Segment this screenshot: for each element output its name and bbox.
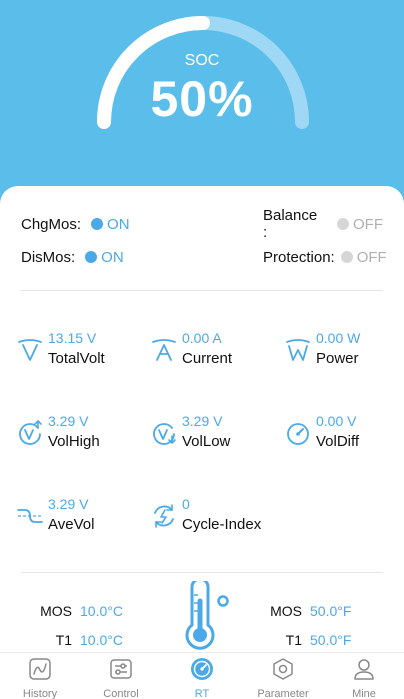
- volt-down-icon: [153, 423, 176, 445]
- soc-value: 50%: [150, 71, 254, 127]
- chgmos-status: ChgMos: ON: [21, 212, 130, 236]
- vol-high-value: 3.29 V: [48, 413, 89, 429]
- header: SOC 50%: [0, 0, 404, 200]
- protection-state: OFF: [356, 248, 387, 266]
- power-value: 0.00 W: [316, 330, 361, 346]
- ampere-icon: [152, 339, 176, 361]
- metric-current: 0.00 A Current: [150, 330, 270, 374]
- temp-mos-fahrenheit: MOS 50.0°F: [266, 603, 351, 619]
- temp-value: 50.0°F: [310, 632, 352, 648]
- balance-state: OFF: [353, 215, 383, 233]
- wave-icon: [17, 509, 43, 523]
- protection-toggle[interactable]: OFF: [340, 248, 387, 266]
- vol-diff-label: VolDiff: [316, 433, 360, 450]
- cycle-index-label: Cycle-Index: [182, 516, 262, 533]
- dismos-toggle[interactable]: ON: [85, 249, 124, 266]
- on-dot-icon: [85, 251, 98, 263]
- protection-status: Protection: OFF: [263, 245, 387, 269]
- temp-label: T1: [285, 632, 302, 648]
- tab-parameter[interactable]: Parameter: [243, 657, 323, 699]
- tab-label: Mine: [352, 688, 376, 699]
- current-label: Current: [182, 350, 233, 367]
- tab-bar: History Control RT Parameter Mine: [0, 652, 404, 699]
- tab-label: Control: [103, 688, 139, 699]
- divider: [21, 572, 383, 573]
- chgmos-state: ON: [107, 215, 130, 233]
- ave-vol-value: 3.29 V: [48, 496, 89, 512]
- divider: [21, 290, 383, 291]
- metric-cycle-index: 0 Cycle-Index: [150, 496, 270, 540]
- vol-low-label: VolLow: [182, 433, 231, 450]
- balance-label: Balance :: [263, 207, 318, 241]
- off-dot-icon: [340, 251, 353, 263]
- total-volt-label: TotalVolt: [48, 350, 105, 367]
- power-label: Power: [316, 350, 359, 367]
- off-dot-icon: [337, 218, 349, 230]
- temp-label: T1: [55, 632, 72, 648]
- metric-total-volt: 13.15 V TotalVolt: [16, 330, 136, 374]
- volt-up-icon: [19, 420, 42, 445]
- dashboard-icon: [191, 658, 213, 680]
- thermometer-icon: [185, 581, 229, 650]
- protection-label: Protection:: [263, 248, 335, 266]
- tab-control[interactable]: Control: [81, 657, 161, 699]
- vol-high-label: VolHigh: [48, 433, 100, 450]
- tab-rt[interactable]: RT: [162, 657, 242, 699]
- sliders-icon: [110, 659, 132, 679]
- dismos-state: ON: [101, 248, 124, 266]
- current-value: 0.00 A: [182, 330, 222, 346]
- watt-icon: [286, 339, 310, 361]
- tab-mine[interactable]: Mine: [324, 657, 404, 699]
- vol-diff-value: 0.00 V: [316, 413, 357, 429]
- dismos-label: DisMos:: [21, 248, 76, 266]
- cycle-icon: [154, 504, 174, 528]
- temp-label: MOS: [270, 603, 302, 619]
- gauge-icon: [287, 423, 309, 445]
- volt-icon: [18, 339, 42, 361]
- chart-icon: [29, 658, 51, 680]
- metric-vol-diff: 0.00 V VolDiff: [284, 413, 404, 457]
- metric-vol-low: 3.29 V VolLow: [150, 413, 270, 457]
- temp-label: MOS: [40, 603, 72, 619]
- balance-toggle[interactable]: OFF: [337, 216, 383, 233]
- soc-label: SOC: [184, 52, 220, 69]
- user-icon: [354, 659, 374, 680]
- vol-low-value: 3.29 V: [182, 413, 223, 429]
- on-dot-icon: [91, 218, 104, 230]
- temp-t1-fahrenheit: T1 50.0°F: [266, 632, 352, 648]
- total-volt-value: 13.15 V: [48, 330, 97, 346]
- temp-value: 50.0°F: [310, 603, 352, 619]
- ave-vol-label: AveVol: [48, 516, 95, 533]
- temp-value: 10.0°C: [80, 632, 123, 648]
- tab-history[interactable]: History: [0, 657, 80, 699]
- temp-t1-celsius: T1 10.0°C: [36, 632, 123, 648]
- metric-vol-high: 3.29 V VolHigh: [16, 413, 136, 457]
- tab-label: History: [22, 688, 58, 699]
- dismos-status: DisMos: ON: [21, 245, 124, 269]
- metric-power: 0.00 W Power: [284, 330, 404, 374]
- tab-label: RT: [194, 688, 210, 699]
- chgmos-label: ChgMos:: [21, 215, 82, 233]
- chgmos-toggle[interactable]: ON: [91, 216, 130, 233]
- metric-ave-vol: 3.29 V AveVol: [16, 496, 136, 540]
- temp-value: 10.0°C: [80, 603, 123, 619]
- balance-status: Balance : OFF: [263, 207, 383, 241]
- temp-mos-celsius: MOS 10.0°C: [36, 603, 123, 619]
- tab-label: Parameter: [257, 688, 309, 699]
- cycle-index-value: 0: [182, 496, 190, 512]
- status-row-2: DisMos: ON Protection: OFF: [21, 245, 387, 269]
- hexagon-gear-icon: [273, 658, 293, 680]
- status-row-1: ChgMos: ON Balance : OFF: [21, 207, 383, 241]
